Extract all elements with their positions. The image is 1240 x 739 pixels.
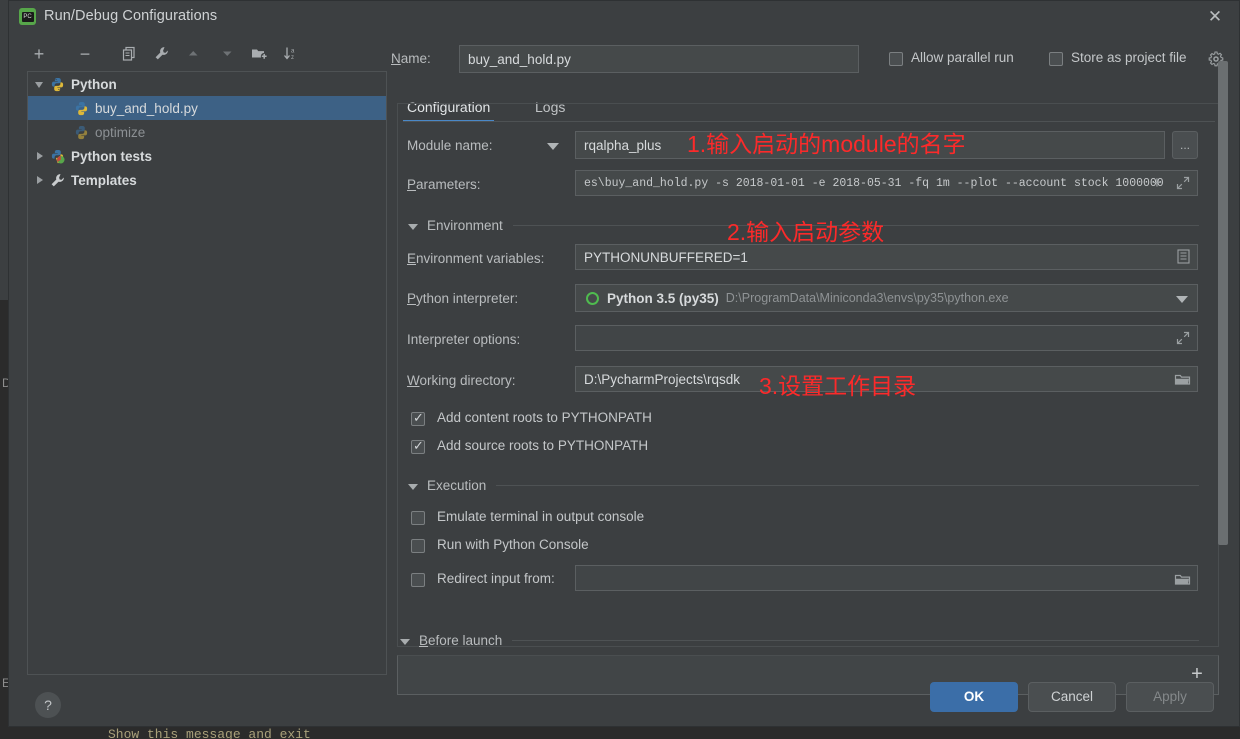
new-folder-button[interactable] [247, 41, 271, 67]
annotation-parameters: 2.输入启动参数 [727, 213, 884, 247]
tree-row[interactable]: Python [28, 72, 386, 96]
sort-alphabetically-button[interactable]: a z [279, 41, 303, 67]
tree-node-label: optimize [95, 125, 145, 140]
add-source-roots-label[interactable]: Add source roots to PYTHONPATH [437, 438, 648, 453]
python-tests-icon [50, 149, 65, 164]
apply-button[interactable]: Apply [1126, 682, 1214, 712]
python-interpreter-label: Python interpreter: [407, 291, 518, 306]
tree-node-label: buy_and_hold.py [95, 101, 198, 116]
wrench-icon[interactable] [149, 41, 173, 67]
chevron-right-icon[interactable] [34, 149, 48, 163]
execution-section-title: Execution [427, 478, 486, 493]
parameters-input[interactable]: es\buy_and_hold.py -s 2018-01-01 -e 2018… [575, 170, 1198, 196]
redirect-input-checkbox[interactable] [411, 573, 425, 587]
working-directory-label: Working directory: [407, 373, 516, 388]
parameters-macro-plus-icon[interactable]: + [1148, 173, 1166, 193]
redirect-input-folder-icon[interactable] [1172, 569, 1192, 589]
environment-variables-label: Environment variables: [407, 251, 544, 266]
help-button[interactable]: ? [35, 692, 61, 718]
no-chevron-icon [58, 125, 72, 139]
tree-node-label: Python tests [71, 149, 152, 164]
annotation-module-name: 1.输入启动的module的名字 [687, 125, 966, 159]
wrench-icon [50, 173, 65, 188]
run-debug-configurations-dialog: PC Run/Debug Configurations ✕ + − [8, 0, 1240, 727]
store-as-project-file-checkbox[interactable] [1049, 52, 1063, 66]
module-browse-button[interactable]: ... [1172, 131, 1198, 159]
python-interpreter-name: Python 3.5 (py35) [607, 291, 719, 306]
parameters-label: Parameters: [407, 177, 481, 192]
environment-variables-input[interactable]: PYTHONUNBUFFERED=1 [575, 244, 1198, 270]
python-file-icon [74, 125, 89, 140]
python-interpreter-chevron-down-icon[interactable] [1176, 292, 1190, 306]
section-divider [512, 640, 1199, 641]
tree-row-optimize[interactable]: optimize [28, 120, 386, 144]
chevron-down-icon[interactable] [407, 219, 421, 233]
emulate-terminal-label[interactable]: Emulate terminal in output console [437, 509, 644, 524]
run-with-python-console-label[interactable]: Run with Python Console [437, 537, 589, 552]
configurations-tree[interactable]: Python buy_and_hold.py [27, 71, 387, 675]
environment-section-title: Environment [427, 218, 503, 233]
pycharm-icon: PC [19, 8, 36, 25]
execution-section-header[interactable]: Execution [407, 478, 1199, 493]
module-name-mode-chevron-icon[interactable] [547, 139, 561, 153]
tree-row-buy-and-hold[interactable]: buy_and_hold.py [28, 96, 386, 120]
close-icon[interactable]: ✕ [1205, 7, 1225, 27]
redirect-input-path-input[interactable] [575, 565, 1198, 591]
allow-parallel-run-label[interactable]: Allow parallel run [911, 50, 1014, 65]
add-configuration-button[interactable]: + [27, 41, 51, 67]
working-directory-folder-icon[interactable] [1172, 369, 1192, 389]
ok-button[interactable]: OK [930, 682, 1018, 712]
parameters-expand-icon[interactable] [1174, 174, 1192, 192]
dialog-titlebar: PC Run/Debug Configurations ✕ [9, 1, 1239, 33]
store-as-project-file-label[interactable]: Store as project file [1071, 50, 1187, 65]
configurations-toolbar: + − [27, 41, 387, 69]
allow-parallel-run-checkbox[interactable] [889, 52, 903, 66]
tree-node-label: Templates [71, 173, 137, 188]
svg-text:z: z [291, 55, 294, 61]
run-with-python-console-checkbox[interactable] [411, 539, 425, 553]
chevron-down-icon[interactable] [34, 77, 48, 91]
python-interpreter-path: D:\ProgramData\Miniconda3\envs\py35\pyth… [726, 291, 1009, 305]
chevron-down-icon[interactable] [399, 634, 413, 648]
interpreter-options-label: Interpreter options: [407, 332, 520, 347]
remove-configuration-button[interactable]: − [73, 41, 97, 67]
before-launch-section-header[interactable]: Before launch [399, 633, 1199, 648]
conda-env-icon [586, 292, 599, 305]
name-label: Name: [391, 51, 431, 66]
add-content-roots-checkbox[interactable] [411, 412, 425, 426]
python-icon [50, 77, 65, 92]
cancel-button[interactable]: Cancel [1028, 682, 1116, 712]
dialog-title: Run/Debug Configurations [44, 8, 217, 24]
tree-node-label: Python [71, 77, 117, 92]
python-interpreter-combo[interactable]: Python 3.5 (py35) D:\ProgramData\Minicon… [575, 284, 1198, 312]
chevron-right-icon[interactable] [34, 173, 48, 187]
add-content-roots-label[interactable]: Add content roots to PYTHONPATH [437, 410, 652, 425]
svg-text:a: a [291, 49, 295, 55]
move-down-button[interactable] [215, 41, 239, 67]
console-output-text: Show this message and exit [108, 727, 311, 739]
interpreter-options-input[interactable] [575, 325, 1198, 351]
name-input[interactable]: buy_and_hold.py [459, 45, 859, 73]
tree-row-templates[interactable]: Templates [28, 168, 386, 192]
before-launch-title: Before launch [419, 633, 502, 648]
list-edit-icon[interactable] [1175, 247, 1191, 265]
emulate-terminal-checkbox[interactable] [411, 511, 425, 525]
section-divider [496, 485, 1199, 486]
interpreter-options-expand-icon[interactable] [1174, 329, 1192, 347]
add-source-roots-checkbox[interactable] [411, 440, 425, 454]
no-chevron-icon [58, 101, 72, 115]
python-file-icon [74, 101, 89, 116]
vertical-scrollbar-track[interactable] [1217, 53, 1229, 563]
tree-row-python-tests[interactable]: Python tests [28, 144, 386, 168]
module-name-label: Module name: [407, 138, 493, 153]
vertical-scrollbar[interactable] [1218, 61, 1228, 545]
annotation-working-directory: 3.设置工作目录 [759, 367, 916, 401]
copy-configuration-button[interactable] [117, 41, 141, 67]
chevron-down-icon[interactable] [407, 479, 421, 493]
redirect-input-label[interactable]: Redirect input from: [437, 571, 555, 586]
move-up-button[interactable] [181, 41, 205, 67]
